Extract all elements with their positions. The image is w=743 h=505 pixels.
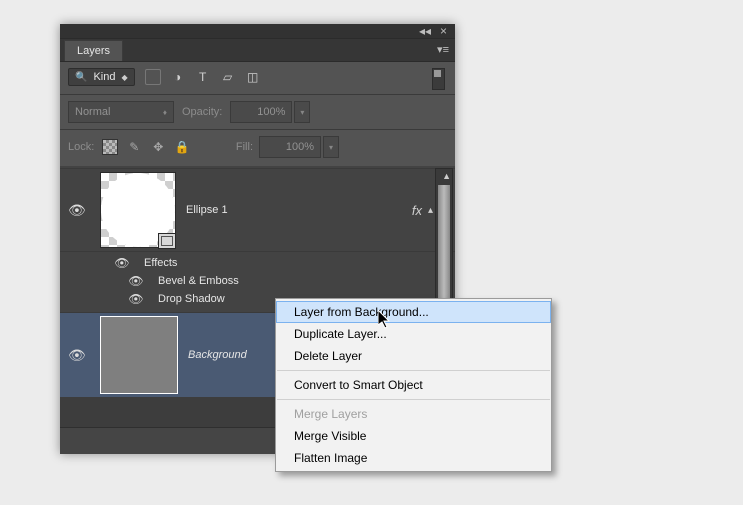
panel-titlebar: ◂◂ × xyxy=(60,24,455,39)
menu-separator xyxy=(277,399,550,400)
menu-layer-from-background[interactable]: Layer from Background... xyxy=(276,301,551,323)
shape-badge-icon xyxy=(158,233,176,249)
fx-indicator[interactable]: fx ▴ xyxy=(412,203,433,218)
lock-row: Lock: ✎ ✥ 🔒 Fill: 100% ▾ xyxy=(60,130,455,166)
lock-position-icon[interactable]: ✥ xyxy=(150,139,166,155)
effect-name: Drop Shadow xyxy=(158,293,225,305)
menu-merge-visible[interactable]: Merge Visible xyxy=(276,425,551,447)
opacity-value-input[interactable]: 100% xyxy=(230,101,292,123)
filter-pixel-icon[interactable] xyxy=(145,69,161,85)
lock-image-icon[interactable]: ✎ xyxy=(126,139,142,155)
filter-shape-icon[interactable]: ▱ xyxy=(220,69,236,85)
chevron-down-icon: ◆ xyxy=(121,73,127,82)
layer-row-ellipse[interactable]: 👁 Ellipse 1 fx ▴ xyxy=(60,168,455,251)
fx-icon: fx xyxy=(412,203,422,218)
close-icon[interactable]: × xyxy=(440,25,447,37)
visibility-icon[interactable]: 👁 xyxy=(128,292,144,306)
lock-label: Lock: xyxy=(68,141,94,153)
fill-label: Fill: xyxy=(236,141,253,153)
blend-mode-value: Normal xyxy=(75,106,110,118)
blend-mode-combo[interactable]: Normal ♦ xyxy=(68,101,174,123)
filter-type-icon[interactable]: T xyxy=(195,69,211,85)
menu-delete-layer[interactable]: Delete Layer xyxy=(276,345,551,367)
layer-thumbnail[interactable] xyxy=(100,172,176,248)
filter-toggle[interactable] xyxy=(432,68,445,90)
filter-smartobject-icon[interactable]: ◫ xyxy=(245,69,261,85)
opacity-label: Opacity: xyxy=(182,106,222,118)
visibility-icon[interactable]: 👁 xyxy=(114,256,130,270)
filter-icons: ◑ T ▱ ◫ xyxy=(145,69,261,85)
opacity-popup-icon[interactable]: ▾ xyxy=(294,101,310,123)
visibility-icon[interactable]: 👁 xyxy=(68,347,84,364)
search-icon: 🔍 xyxy=(75,72,87,83)
fill-popup-icon[interactable]: ▾ xyxy=(323,136,339,158)
effects-label: Effects xyxy=(144,257,177,269)
menu-separator xyxy=(277,370,550,371)
lock-all-icon[interactable]: 🔒 xyxy=(174,139,190,155)
filter-adjustment-icon[interactable]: ◑ xyxy=(170,69,186,85)
fill-value-input[interactable]: 100% xyxy=(259,136,321,158)
visibility-icon[interactable]: 👁 xyxy=(68,202,84,219)
chevron-updown-icon: ♦ xyxy=(163,108,167,117)
panel-tabs: Layers ▾≡ xyxy=(60,39,455,62)
tab-layers[interactable]: Layers xyxy=(64,40,123,61)
menu-merge-layers: Merge Layers xyxy=(276,403,551,425)
menu-flatten-image[interactable]: Flatten Image xyxy=(276,447,551,469)
fx-expand-icon[interactable]: ▴ xyxy=(428,205,433,216)
effect-bevel-row[interactable]: 👁 Bevel & Emboss xyxy=(68,272,433,290)
panel-flyout-icon[interactable]: ▾≡ xyxy=(437,43,449,56)
effects-heading-row[interactable]: 👁 Effects xyxy=(68,254,433,272)
filter-type-label: Kind xyxy=(93,71,115,83)
blend-row: Normal ♦ Opacity: 100% ▾ xyxy=(60,95,455,129)
layer-name[interactable]: Ellipse 1 xyxy=(186,204,228,216)
filter-row: 🔍 Kind ◆ ◑ T ▱ ◫ xyxy=(60,62,455,94)
layer-name[interactable]: Background xyxy=(188,349,247,361)
layer-thumbnail[interactable] xyxy=(100,316,178,394)
effect-name: Bevel & Emboss xyxy=(158,275,239,287)
scroll-up-icon[interactable]: ▲ xyxy=(442,171,451,181)
layer-context-menu: Layer from Background... Duplicate Layer… xyxy=(275,298,552,472)
menu-duplicate-layer[interactable]: Duplicate Layer... xyxy=(276,323,551,345)
menu-convert-smart-object[interactable]: Convert to Smart Object xyxy=(276,374,551,396)
collapse-icon[interactable]: ◂◂ xyxy=(419,25,431,37)
lock-transparent-icon[interactable] xyxy=(102,139,118,155)
filter-type-combo[interactable]: 🔍 Kind ◆ xyxy=(68,68,135,86)
visibility-icon[interactable]: 👁 xyxy=(128,274,144,288)
